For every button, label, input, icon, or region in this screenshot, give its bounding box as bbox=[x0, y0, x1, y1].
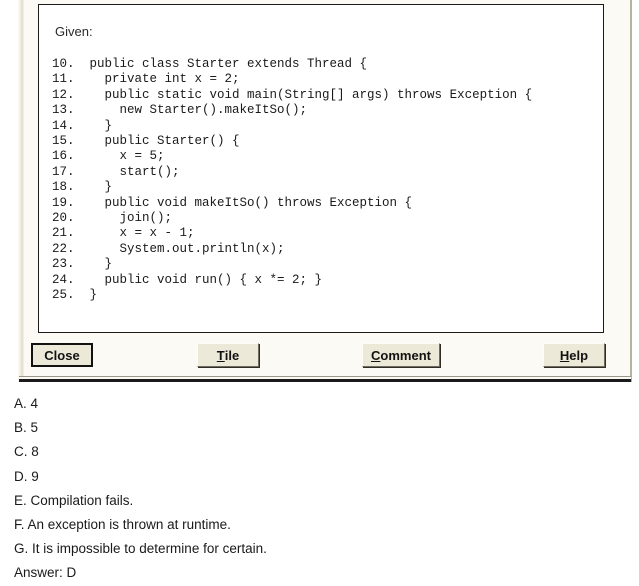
button-mnemonic: H bbox=[559, 347, 570, 363]
answer-option: E. Compilation fails. bbox=[14, 492, 134, 508]
button-label: omment bbox=[380, 347, 431, 363]
code-dialog-window: Given: 10. public class Starter extends … bbox=[18, 0, 632, 382]
answer-option: B. 5 bbox=[14, 420, 39, 436]
code-line: 23. } bbox=[52, 257, 113, 272]
button-label: ile bbox=[224, 347, 240, 363]
help-button[interactable]: Help bbox=[543, 343, 605, 367]
answer-option: A. 4 bbox=[14, 396, 39, 411]
answer-option: F. An exception is thrown at runtime. bbox=[14, 517, 231, 533]
button-mnemonic: C bbox=[371, 347, 381, 363]
code-line: 21. x = x - 1; bbox=[52, 226, 195, 241]
button-label: elp bbox=[569, 347, 589, 363]
code-line: 17. start(); bbox=[52, 164, 180, 179]
code-line: 13. new Starter().makeItSo(); bbox=[52, 103, 308, 118]
code-line: 16. x = 5; bbox=[52, 149, 165, 164]
code-line: 19. public void makeItSo() throws Except… bbox=[52, 195, 413, 210]
code-line: 11. private int x = 2; bbox=[52, 72, 240, 87]
tile-button[interactable]: Tile bbox=[197, 343, 259, 367]
code-line: 22. System.out.println(x); bbox=[52, 241, 285, 256]
code-line: 24. public void run() { x *= 2; } bbox=[52, 272, 323, 287]
code-line: 18. } bbox=[52, 180, 113, 195]
code-line: 12. public static void main(String[] arg… bbox=[52, 87, 533, 102]
answer-key: Answer: D bbox=[14, 565, 77, 581]
code-display-panel[interactable]: Given: 10. public class Starter extends … bbox=[38, 4, 604, 333]
button-label: Close bbox=[44, 347, 80, 363]
code-line: 20. join(); bbox=[52, 211, 173, 226]
code-line: 10. public class Starter extends Thread … bbox=[52, 57, 368, 71]
code-line: 25. } bbox=[52, 288, 98, 303]
answer-options-list: A. 4 B. 5 C. 8 D. 9 E. Compilation fails. F. … bbox=[14, 392, 614, 586]
answer-option: C. 8 bbox=[14, 444, 39, 460]
close-button[interactable]: Close bbox=[31, 343, 93, 367]
code-line: 15. public Starter() { bbox=[52, 134, 240, 149]
code-listing: 10. public class Starter extends Thread … bbox=[52, 57, 599, 304]
dialog-button-row: Close Tile Comment Help bbox=[18, 341, 632, 373]
answer-option: G. It is impossible to determine for cer… bbox=[14, 541, 267, 557]
answer-option: D. 9 bbox=[14, 468, 39, 484]
given-label: Given: bbox=[55, 24, 93, 39]
dialog-bottom-edge bbox=[19, 376, 631, 382]
button-mnemonic: T bbox=[216, 347, 225, 363]
comment-button[interactable]: Comment bbox=[362, 343, 440, 367]
code-line: 14. } bbox=[52, 118, 113, 133]
